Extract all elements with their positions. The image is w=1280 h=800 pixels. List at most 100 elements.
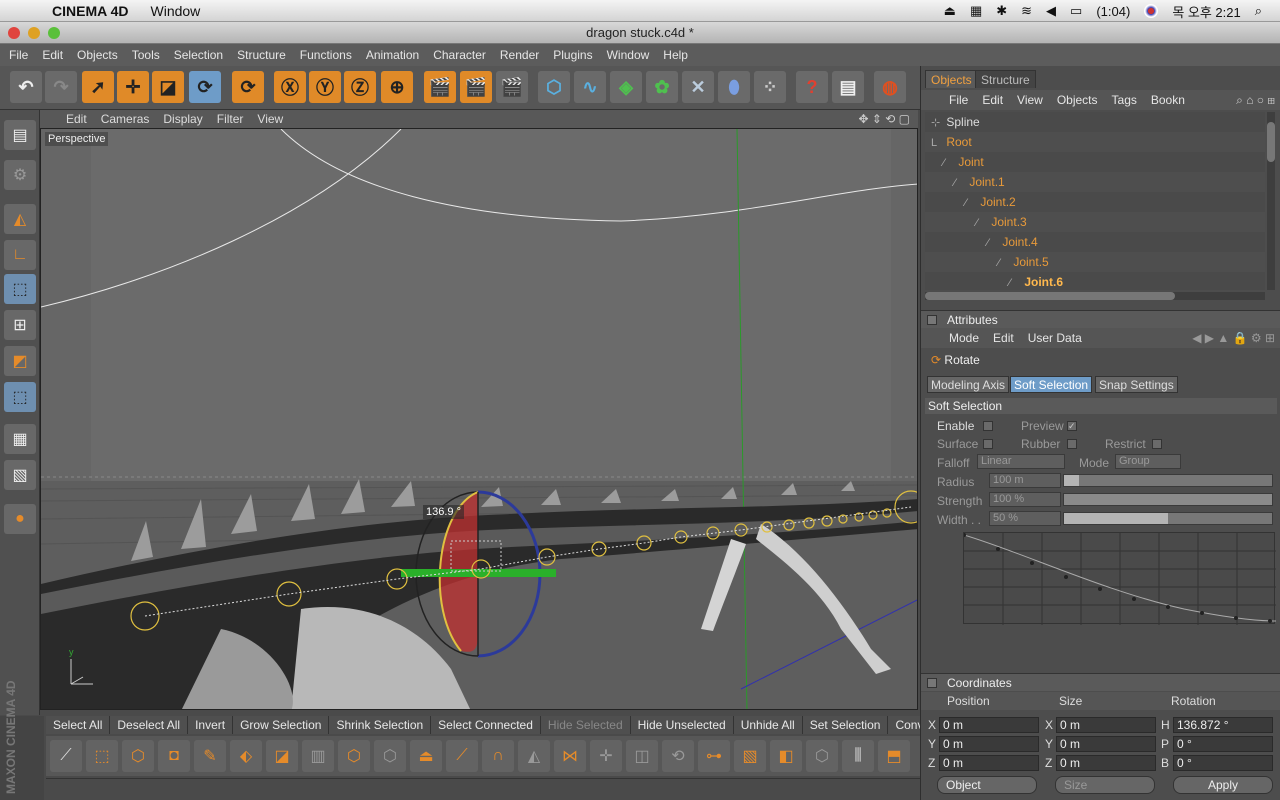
apply-button[interactable]: Apply [1173, 776, 1273, 794]
hide-selected-button[interactable]: Hide Selected [541, 716, 631, 734]
objects-menu-bookmarks[interactable]: Bookn [1151, 93, 1185, 107]
preview-checkbox[interactable]: ✓ [1067, 421, 1077, 431]
optimize-icon[interactable]: ◧ [770, 740, 802, 772]
bevel-icon[interactable]: ⬖ [230, 740, 262, 772]
tree-row[interactable]: ⊹ Spline [925, 112, 1265, 132]
scene-icon[interactable]: ⬮ [718, 71, 750, 103]
close-icon[interactable] [8, 27, 20, 39]
deselect-all-button[interactable]: Deselect All [110, 716, 189, 734]
width-slider[interactable] [1063, 512, 1273, 525]
recent-tool-icon[interactable]: ⟳ [232, 71, 264, 103]
falloff-select[interactable]: Linear [977, 454, 1065, 469]
render-picture-viewer-icon[interactable]: 🎬 [460, 71, 492, 103]
points-mode-icon[interactable]: ⬚ [4, 274, 36, 304]
tree-row[interactable]: ⁄ Joint.1 [925, 172, 1265, 192]
layout-icon[interactable]: ▤ [832, 71, 864, 103]
size-z-field[interactable]: 0 m [1056, 755, 1156, 771]
rotation-p-field[interactable]: 0 ° [1173, 736, 1273, 752]
workplane-icon[interactable]: ∟ [4, 240, 36, 270]
subdivide-icon[interactable]: ⬡ [806, 740, 838, 772]
render-settings-icon[interactable]: 🎬 [496, 71, 528, 103]
menu-window[interactable]: Window [607, 48, 650, 62]
tab-structure[interactable]: Structure [975, 70, 1036, 88]
menu-selection[interactable]: Selection [174, 48, 223, 62]
z-axis-icon[interactable]: Ⓩ [344, 71, 376, 103]
connect-icon[interactable]: ⊶ [698, 740, 730, 772]
width-field[interactable]: 50 % [989, 511, 1061, 526]
set-point-value-icon[interactable]: ✛ [590, 740, 622, 772]
select-connected-button[interactable]: Select Connected [431, 716, 541, 734]
menu-plugins[interactable]: Plugins [553, 48, 592, 62]
position-x-field[interactable]: 0 m [939, 717, 1039, 733]
rotation-b-field[interactable]: 0 ° [1173, 755, 1273, 771]
viewport-menu-view[interactable]: View [257, 112, 283, 126]
radius-slider[interactable] [1063, 474, 1273, 487]
falloff-curve-graph[interactable] [962, 532, 1277, 625]
objects-menu-edit[interactable]: Edit [982, 93, 1003, 107]
volume-icon[interactable]: ◀ [1046, 3, 1056, 19]
select-all-button[interactable]: Select All [46, 716, 111, 734]
viewport-menu-cameras[interactable]: Cameras [101, 112, 150, 126]
edges-mode-icon[interactable]: ⊞ [4, 310, 36, 340]
menu-file[interactable]: File [9, 48, 28, 62]
size-x-field[interactable]: 0 m [1056, 717, 1156, 733]
mode-select[interactable]: Group [1115, 454, 1181, 469]
strength-slider[interactable] [1063, 493, 1273, 506]
smooth-shift-icon[interactable]: ⬡ [374, 740, 406, 772]
deformer-icon[interactable]: ✕ [682, 71, 714, 103]
objects-menu-tags[interactable]: Tags [1112, 93, 1137, 107]
sculpt-icon[interactable]: ● [4, 504, 36, 534]
size-mode-select[interactable]: Size [1055, 776, 1155, 794]
zoom-icon[interactable] [48, 27, 60, 39]
tree-row[interactable]: ⁄ Joint.5 [925, 252, 1265, 272]
battery-time[interactable]: (1:04) [1096, 4, 1130, 19]
viewport-menu-edit[interactable]: Edit [66, 112, 87, 126]
bluetooth-icon[interactable]: ✱ [996, 3, 1007, 19]
render-view-icon[interactable]: 🎬 [424, 71, 456, 103]
set-selection-button[interactable]: Set Selection [803, 716, 889, 734]
invert-button[interactable]: Invert [188, 716, 234, 734]
object-name[interactable]: Joint.2 [980, 195, 1015, 209]
object-name[interactable]: Joint.5 [1013, 255, 1048, 269]
tree-row[interactable]: ⁄ Joint.3 [925, 212, 1265, 232]
object-name[interactable]: Joint.1 [969, 175, 1004, 189]
undo-icon[interactable]: ↶ [10, 71, 42, 103]
menu-tools[interactable]: Tools [132, 48, 160, 62]
redo-icon[interactable]: ↷ [45, 71, 77, 103]
texture-axis-icon[interactable]: ◭ [4, 204, 36, 234]
live-selection-icon[interactable]: ➚ [82, 71, 114, 103]
battery-icon[interactable]: ▭ [1070, 3, 1082, 19]
tree-hscrollbar[interactable] [925, 292, 1265, 300]
menu-character[interactable]: Character [433, 48, 486, 62]
reverse-normals-icon[interactable]: ⬒ [878, 740, 910, 772]
strength-field[interactable]: 100 % [989, 492, 1061, 507]
checker-icon[interactable]: ▦ [4, 424, 36, 454]
use-model-mode-icon[interactable]: ▤ [4, 120, 36, 150]
rotation-h-field[interactable]: 136.872 ° [1173, 717, 1273, 733]
coordinate-mode-select[interactable]: Object [937, 776, 1037, 794]
normal-move-icon[interactable]: ⏏ [410, 740, 442, 772]
viewport-menu-display[interactable]: Display [163, 112, 202, 126]
y-axis-icon[interactable]: Ⓨ [309, 71, 341, 103]
object-name[interactable]: Joint [958, 155, 983, 169]
menu-render[interactable]: Render [500, 48, 539, 62]
tree-row[interactable]: ⁄ Joint.2 [925, 192, 1265, 212]
scale-icon[interactable]: ◪ [152, 71, 184, 103]
tweak-icon[interactable]: ▧ [4, 460, 36, 490]
stitch-icon[interactable]: ⟲ [662, 740, 694, 772]
menu-functions[interactable]: Functions [300, 48, 352, 62]
radius-field[interactable]: 100 m [989, 473, 1061, 488]
object-name[interactable]: Joint.3 [991, 215, 1026, 229]
position-z-field[interactable]: 0 m [939, 755, 1039, 771]
help-icon[interactable]: ? [796, 71, 828, 103]
menu-animation[interactable]: Animation [366, 48, 419, 62]
matrix-extrude-icon[interactable]: ⬡ [338, 740, 370, 772]
objects-menu-objects[interactable]: Objects [1057, 93, 1098, 107]
wifi-icon[interactable]: ≋ [1021, 3, 1032, 19]
input-flag-icon[interactable] [1144, 4, 1159, 18]
tree-vscrollbar[interactable] [1267, 112, 1275, 290]
spline-pen-icon[interactable]: ∿ [574, 71, 606, 103]
spaces-icon[interactable]: ▦ [970, 3, 982, 19]
unhide-all-button[interactable]: Unhide All [734, 716, 803, 734]
array-icon[interactable]: ✿ [646, 71, 678, 103]
